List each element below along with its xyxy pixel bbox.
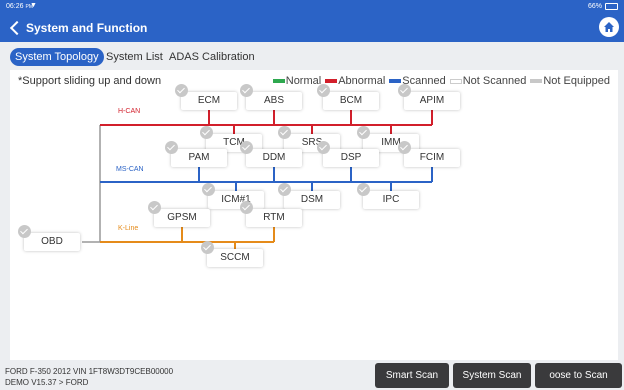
- battery-level: 66%: [587, 3, 602, 10]
- module-apim[interactable]: APIM: [398, 84, 460, 110]
- module-ddm[interactable]: DDM: [240, 141, 302, 167]
- status-bar: 06:26 PM ▼ 66%: [0, 0, 624, 14]
- module-dsp[interactable]: DSP: [317, 141, 379, 167]
- page-title: System and Function: [26, 21, 148, 35]
- module-ipc[interactable]: IPC: [357, 183, 419, 209]
- module-sccm[interactable]: SCCM: [201, 241, 263, 267]
- back-icon[interactable]: [6, 19, 24, 37]
- check-icon: [148, 201, 161, 214]
- module-gpsm[interactable]: GPSM: [148, 201, 210, 227]
- check-icon: [165, 141, 178, 154]
- check-icon: [240, 84, 253, 97]
- check-icon: [398, 84, 411, 97]
- check-icon: [18, 225, 31, 238]
- module-rtm[interactable]: RTM: [240, 201, 302, 227]
- status-time: 06:26 PM: [6, 3, 33, 10]
- vehicle-info: FORD F-350 2012 VIN 1FT8W3DT9CEB00000: [5, 367, 174, 376]
- version-info: DEMO V15.37 > FORD: [5, 378, 89, 387]
- check-icon: [175, 84, 188, 97]
- check-icon: [240, 201, 253, 214]
- smart-scan-button[interactable]: Smart Scan: [375, 363, 449, 388]
- module-pam[interactable]: PAM: [165, 141, 227, 167]
- check-icon: [357, 126, 370, 139]
- module-icm1[interactable]: ICM#1: [202, 183, 264, 209]
- module-ecm[interactable]: ECM: [175, 84, 237, 110]
- check-icon: [357, 183, 370, 196]
- tab-adas-calibration[interactable]: ADAS Calibration: [169, 48, 255, 66]
- module-dsm[interactable]: DSM: [278, 183, 340, 209]
- bus-label-kline: K-Line: [118, 225, 139, 232]
- topology-lines: [82, 110, 433, 249]
- check-icon: [240, 141, 253, 154]
- tab-system-list[interactable]: System List: [106, 48, 163, 66]
- module-abs[interactable]: ABS: [240, 84, 302, 110]
- home-button[interactable]: [599, 17, 619, 37]
- check-icon: [398, 141, 411, 154]
- check-icon: [317, 141, 330, 154]
- battery-icon: [605, 3, 618, 10]
- choose-to-scan-button[interactable]: oose to Scan: [535, 363, 622, 388]
- footer: FORD F-350 2012 VIN 1FT8W3DT9CEB00000 DE…: [0, 360, 624, 390]
- module-bcm[interactable]: BCM: [317, 84, 379, 110]
- wifi-icon: ▼: [30, 2, 37, 9]
- check-icon: [317, 84, 330, 97]
- bus-label-mscan: MS-CAN: [116, 166, 144, 173]
- check-icon: [201, 241, 214, 254]
- system-scan-button[interactable]: System Scan: [453, 363, 531, 388]
- module-obd[interactable]: OBD: [18, 225, 80, 251]
- topology-panel[interactable]: *Support sliding up and down Normal Abno…: [10, 70, 618, 360]
- check-icon: [202, 183, 215, 196]
- module-fcim[interactable]: FCIM: [398, 141, 460, 167]
- tab-bar: System Topology System List ADAS Calibra…: [0, 42, 624, 70]
- app-header: System and Function: [0, 14, 624, 42]
- check-icon: [278, 126, 291, 139]
- check-icon: [278, 183, 291, 196]
- home-icon: [604, 22, 614, 32]
- check-icon: [200, 126, 213, 139]
- tab-system-topology[interactable]: System Topology: [10, 48, 104, 66]
- bus-label-hcan: H-CAN: [118, 108, 141, 115]
